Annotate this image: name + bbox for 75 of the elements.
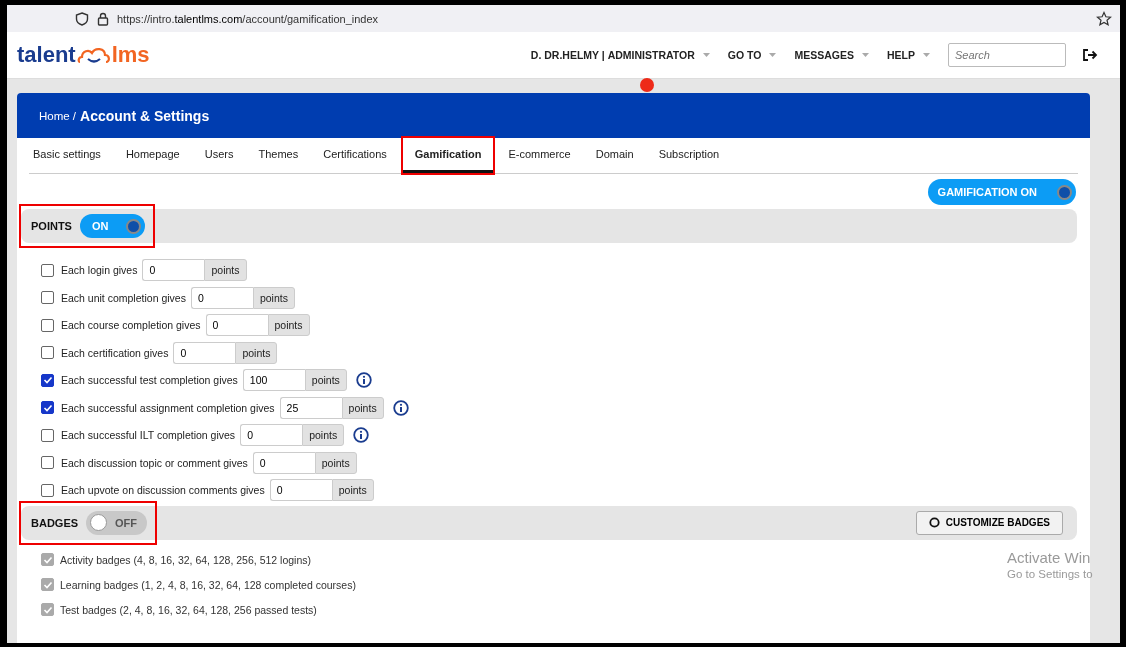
rule-label: Each course completion gives <box>61 319 201 332</box>
checkbox[interactable] <box>41 456 54 470</box>
settings-tab[interactable]: Gamification <box>402 138 494 173</box>
cloud-logo-icon <box>76 45 111 65</box>
nav-menu[interactable]: HELP <box>887 49 915 61</box>
section-title: POINTS <box>31 220 72 232</box>
checkbox[interactable] <box>41 291 54 305</box>
badge-option-label: Test badges (2, 4, 8, 16, 32, 64, 128, 256 passed tests) <box>60 603 317 616</box>
settings-tab[interactable]: Certifications <box>311 138 399 173</box>
checkbox[interactable] <box>41 373 54 387</box>
checkbox[interactable] <box>41 428 54 442</box>
caret-icon <box>923 53 930 57</box>
settings-tab[interactable]: Basic settings <box>29 138 113 173</box>
rule-label: Each certification gives <box>61 346 169 359</box>
points-field[interactable]: 0 <box>252 451 315 474</box>
unit-label: points <box>331 479 374 502</box>
star-icon <box>1096 10 1112 27</box>
checkbox[interactable] <box>41 401 54 415</box>
points-field[interactable]: 0 <box>205 314 268 337</box>
badge-option-label: Activity badges (4, 8, 16, 32, 64, 128, 256, 512 logins) <box>60 553 311 566</box>
unit-label: points <box>267 314 310 337</box>
points-field[interactable]: 0 <box>240 424 303 447</box>
points-field[interactable]: 0 <box>173 341 236 364</box>
caret-icon <box>862 53 869 57</box>
settings-tab[interactable]: Subscription <box>646 138 732 173</box>
rule-label: Each successful ILT completion gives <box>61 429 236 442</box>
cursor-dot <box>640 78 654 92</box>
caret-icon <box>702 53 710 57</box>
unit-label: points <box>302 424 345 447</box>
circle-icon <box>928 517 940 528</box>
rule-label: Each successful assignment completion gives <box>61 401 275 414</box>
breadcrumb-link[interactable]: Home / <box>39 109 77 122</box>
page-title: Account & Settings <box>80 107 210 124</box>
logo-text: talent <box>17 42 76 68</box>
user-menu[interactable]: D. DR.HELMY | ADMINISTRATOR <box>530 49 695 61</box>
caret-icon <box>769 53 777 57</box>
checkbox[interactable] <box>41 318 54 332</box>
checkbox[interactable] <box>41 346 54 360</box>
logo-text: lms <box>111 42 150 68</box>
activation-notice: Activate Win <box>1007 549 1092 566</box>
activation-hint: Go to Settings to <box>1007 568 1093 580</box>
shield-icon <box>75 11 89 26</box>
settings-tab[interactable]: Domain <box>583 138 646 173</box>
section-title: BADGES <box>31 516 79 529</box>
unit-label: points <box>341 396 384 419</box>
points-field[interactable]: 0 <box>142 259 205 282</box>
customize-badges-button[interactable]: CUSTOMIZE BADGES <box>915 510 1063 535</box>
settings-tab[interactable]: Themes <box>246 138 311 173</box>
points-field[interactable]: 0 <box>269 479 332 502</box>
rule-label: Each unit completion gives <box>61 291 186 304</box>
unit-label: points <box>304 369 347 392</box>
rule-label: Each upvote on discussion comments gives <box>61 484 265 497</box>
nav-menu[interactable]: MESSAGES <box>794 49 854 61</box>
lock-icon <box>97 11 109 26</box>
checkbox[interactable] <box>41 483 54 497</box>
points-field[interactable]: 0 <box>190 286 253 309</box>
settings-tab[interactable]: Users <box>192 138 246 173</box>
points-field[interactable]: 25 <box>279 396 342 419</box>
unit-label: points <box>235 341 278 364</box>
unit-label: points <box>314 451 357 474</box>
address-bar[interactable]: https://intro.talentlms.com/account/gamification_index <box>117 12 379 25</box>
checkbox[interactable] <box>41 263 54 277</box>
badge-option-label: Learning badges (1, 2, 4, 8, 16, 32, 64, 128 completed courses) <box>60 578 356 591</box>
rule-label: Each discussion topic or comment gives <box>61 456 248 469</box>
nav-menu[interactable]: GO TO <box>727 49 762 61</box>
points-field[interactable]: 100 <box>242 369 305 392</box>
rule-label: Each successful test completion gives <box>61 374 238 387</box>
unit-label: points <box>204 259 247 282</box>
settings-tab[interactable]: E-commerce <box>496 138 583 173</box>
logout-icon <box>1082 48 1098 62</box>
settings-tab[interactable]: Homepage <box>113 138 192 173</box>
unit-label: points <box>252 286 295 309</box>
search-field[interactable]: Search <box>948 43 1066 67</box>
rule-label: Each login gives <box>61 264 138 277</box>
section-toggle[interactable]: OFF <box>86 510 148 535</box>
